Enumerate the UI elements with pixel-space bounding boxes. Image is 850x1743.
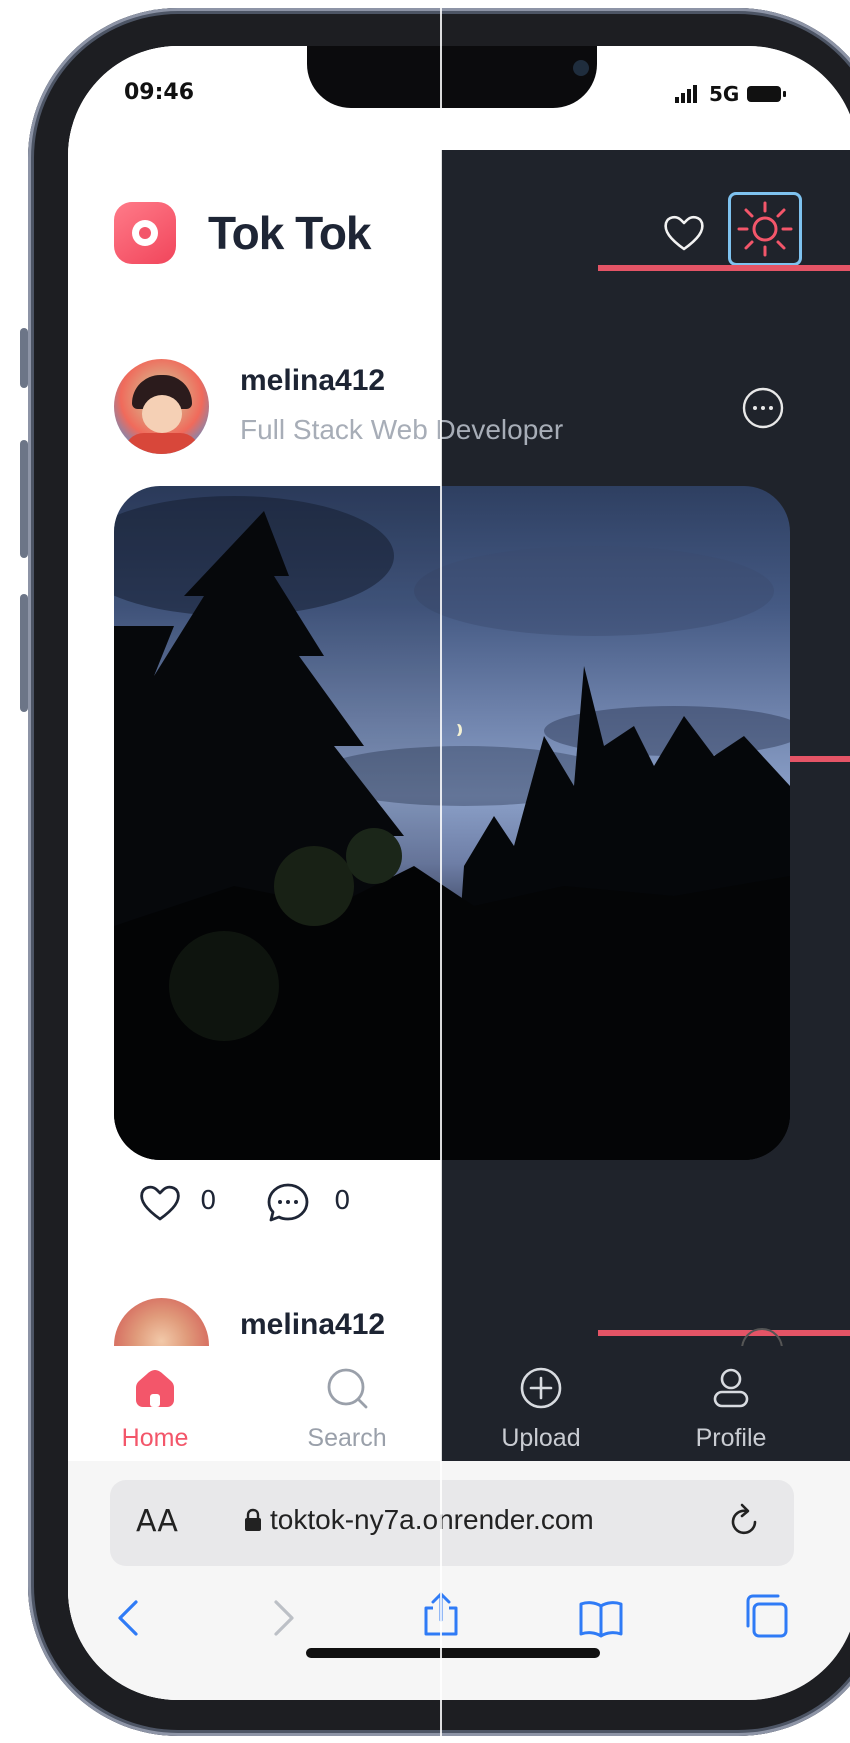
post-author-avatar[interactable] [114, 359, 209, 454]
nav-upload[interactable]: Upload [466, 1346, 616, 1461]
nav-search[interactable]: Search [272, 1346, 422, 1461]
mute-switch [20, 328, 28, 388]
reload-icon[interactable] [724, 1500, 764, 1540]
tabs-icon[interactable] [742, 1592, 790, 1640]
next-post-username[interactable]: melina412 [240, 1308, 385, 1342]
app-title: Tok Tok [208, 207, 372, 259]
favorites-heart-icon[interactable] [660, 209, 708, 257]
nav-search-label: Search [307, 1424, 387, 1452]
nav-profile[interactable]: Profile [656, 1346, 806, 1461]
comment-bubble-icon[interactable] [264, 1179, 312, 1227]
logo-ring [132, 220, 158, 246]
url-text[interactable]: toktok-ny7a.onrender.com [270, 1504, 594, 1536]
avatar-shirt [124, 433, 200, 454]
status-indicators: 5G [674, 82, 788, 106]
comment-count: 0 [334, 1186, 351, 1216]
like-heart-icon[interactable] [136, 1179, 184, 1227]
nav-home[interactable]: Home [80, 1346, 230, 1461]
bookmarks-book-icon[interactable] [577, 1594, 625, 1642]
logo-dot [139, 227, 151, 239]
nav-profile-label: Profile [695, 1424, 767, 1452]
post-photo[interactable] [114, 486, 790, 1160]
post-username[interactable]: melina412 [240, 364, 385, 398]
battery-icon [747, 86, 787, 102]
app-logo[interactable] [114, 202, 176, 264]
nav-upload-label: Upload [501, 1424, 581, 1452]
notch [307, 46, 597, 108]
photo-light-overlay [114, 486, 441, 1160]
lock-icon [245, 1508, 261, 1531]
user-icon [713, 1368, 749, 1408]
forward-chevron-icon[interactable] [258, 1594, 306, 1642]
annotation-bar-nav [598, 1330, 850, 1336]
next-post-more-peek [741, 1328, 785, 1346]
nav-home-label: Home [121, 1424, 189, 1452]
volume-down-button [20, 594, 28, 712]
status-time: 09:46 [124, 80, 195, 105]
network-type: 5G [708, 82, 740, 106]
search-icon [327, 1368, 368, 1409]
avatar-face [142, 395, 182, 433]
post-user-title: Full Stack Web Developer [240, 414, 564, 445]
sun-icon [737, 201, 793, 257]
volume-up-button [20, 440, 28, 558]
cellular-signal-icon [675, 85, 697, 103]
theme-toggle-button[interactable] [728, 192, 802, 266]
theme-split-divider [440, 0, 442, 1743]
text-size-button[interactable]: AA [136, 1504, 178, 1539]
back-chevron-icon[interactable] [106, 1594, 154, 1642]
front-camera [573, 60, 589, 76]
annotation-bar-header [598, 265, 850, 271]
address-bar[interactable]: AA toktok-ny7a.onrender.com [110, 1480, 794, 1566]
home-icon [136, 1370, 174, 1407]
add-circle-icon [520, 1367, 562, 1409]
phone-screen: 09:46 5G Tok Tok melina412 Full Stack We… [68, 46, 850, 1700]
bottom-nav: Home Search Upload Profile [68, 1346, 850, 1461]
like-count: 0 [200, 1186, 217, 1216]
more-options-icon[interactable] [741, 386, 785, 430]
home-indicator [306, 1648, 600, 1658]
